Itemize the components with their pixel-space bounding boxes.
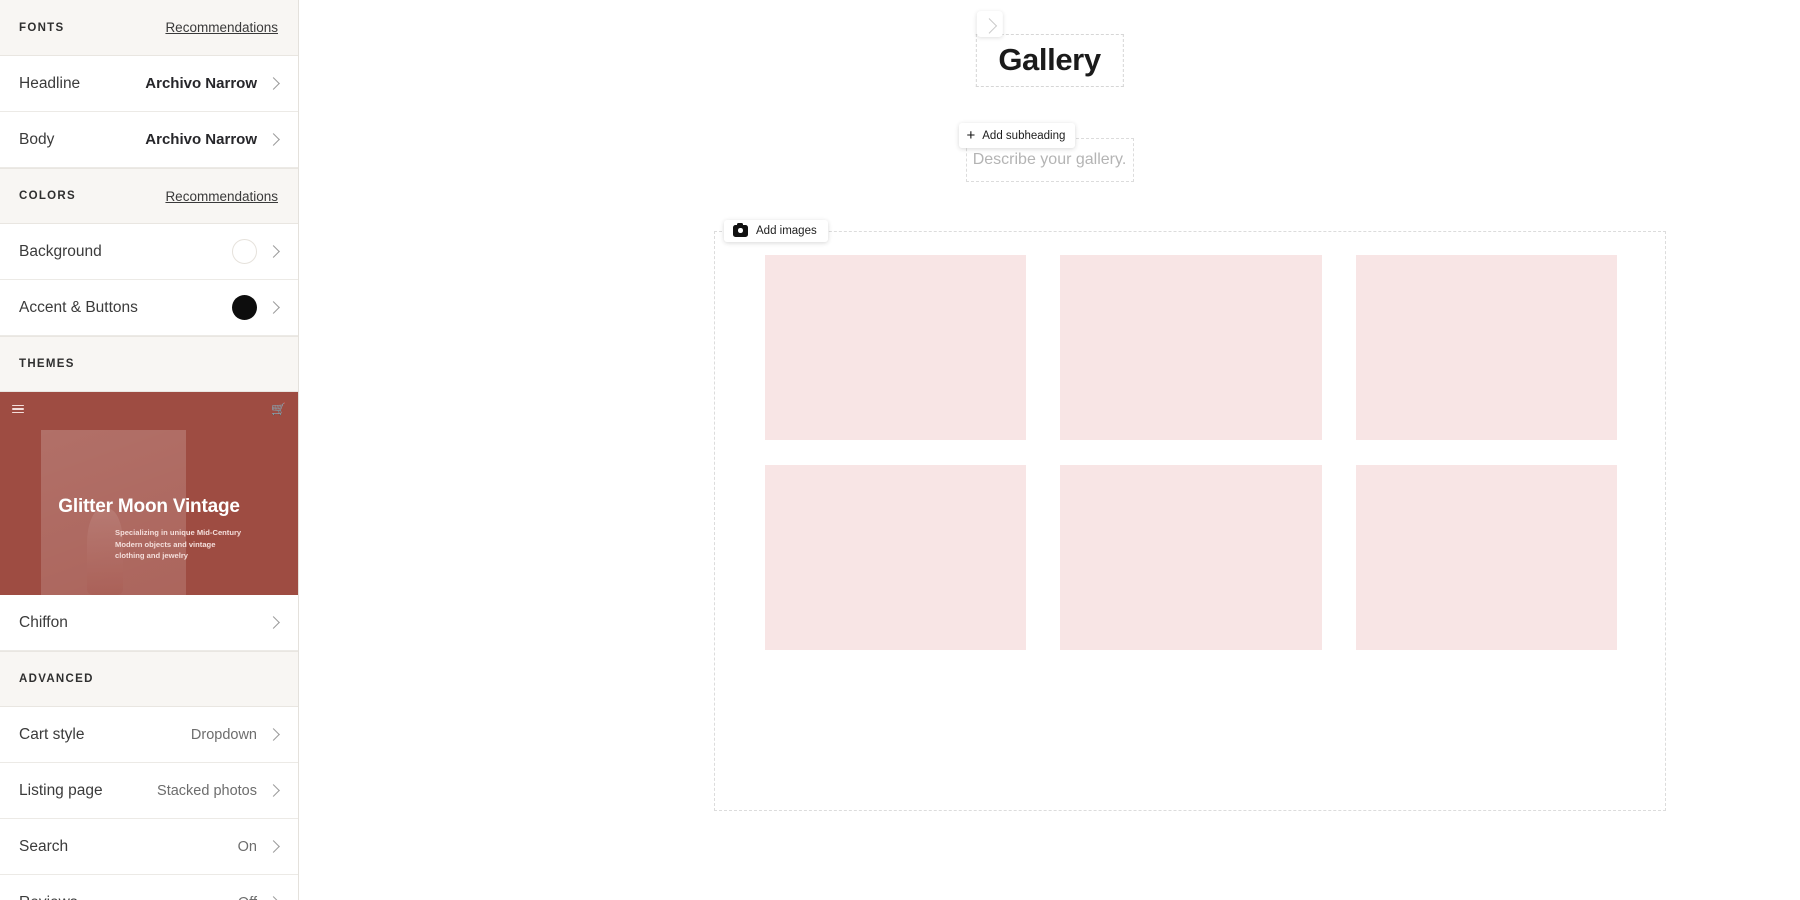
search-value-group: On [237,838,280,855]
pencil-edit-icon[interactable] [976,11,1003,37]
sidebar-row-theme-chiffon[interactable]: Chiffon [0,595,298,651]
sidebar-row-body[interactable]: Body Archivo Narrow [0,112,298,168]
sidebar-row-background[interactable]: Background [0,224,298,280]
chevron-right-icon [267,728,280,741]
section-header-advanced: ADVANCED [0,651,298,707]
cart-style-value: Dropdown [190,726,257,743]
chevron-right-icon [267,896,280,900]
page-title-editable-box[interactable]: Gallery [975,34,1124,87]
background-label: Background [19,242,102,260]
sidebar-row-reviews[interactable]: Reviews Off [0,875,298,900]
chevron-right-icon [267,616,280,629]
gallery-image-placeholder[interactable] [1060,255,1322,440]
page-preview-canvas: Gallery + Add subheading Describe your g… [299,0,1800,900]
search-label: Search [19,837,69,855]
headline-label: Headline [19,74,81,92]
sidebar-row-search[interactable]: Search On [0,819,298,875]
sidebar-row-accent[interactable]: Accent & Buttons [0,280,298,336]
add-images-label: Add images [756,225,817,237]
headline-value-group: Archivo Narrow [145,75,280,92]
search-value: On [237,838,257,855]
chevron-right-icon [267,245,280,258]
listing-page-value-group: Stacked photos [157,782,280,799]
gallery-image-placeholder[interactable] [1355,465,1617,650]
listing-page-label: Listing page [19,781,103,799]
section-title-advanced: ADVANCED [19,673,94,685]
sidebar-row-headline[interactable]: Headline Archivo Narrow [0,56,298,112]
theme-value-group [267,616,280,629]
section-header-colors: COLORS Recommendations [0,168,298,224]
accent-color-swatch[interactable] [232,295,257,320]
headline-value: Archivo Narrow [145,75,257,92]
add-images-button[interactable]: Add images [724,220,828,242]
theme-name-label: Chiffon [19,613,68,631]
settings-sidebar: FONTS Recommendations Headline Archivo N… [0,0,299,900]
section-header-themes: THEMES [0,336,298,392]
body-value-group: Archivo Narrow [145,131,280,148]
shopping-cart-icon: 🛒 [271,402,286,416]
section-title-fonts: FONTS [19,21,65,34]
cart-style-label: Cart style [19,725,85,743]
theme-preview-tagline: Specializing in unique Mid-Century Moder… [115,528,242,560]
section-title-themes: THEMES [19,358,75,370]
subheading-placeholder: Describe your gallery. [972,151,1127,168]
chevron-right-icon [267,840,280,853]
fonts-recommendations-link[interactable]: Recommendations [165,20,278,35]
section-header-fonts: FONTS Recommendations [0,0,298,56]
reviews-value: Off [238,895,257,900]
page-title: Gallery [998,42,1101,77]
body-label: Body [19,130,55,148]
gallery-image-placeholder[interactable] [1060,465,1322,650]
reviews-label: Reviews [19,894,78,900]
add-subheading-button[interactable]: + Add subheading [958,123,1076,148]
gallery-image-placeholder[interactable] [765,255,1027,440]
background-color-swatch[interactable] [232,239,257,264]
pencil-glyph [981,17,998,34]
plus-icon: + [966,127,976,144]
listing-page-value: Stacked photos [157,782,257,799]
body-value: Archivo Narrow [145,131,257,148]
page-title-wrapper: Gallery [975,11,1124,87]
chevron-right-icon [267,784,280,797]
section-title-colors: COLORS [19,190,76,202]
gallery-section[interactable]: Add images [714,220,1666,811]
sidebar-row-listing-page[interactable]: Listing page Stacked photos [0,763,298,819]
gallery-image-placeholder[interactable] [1355,255,1617,440]
chevron-right-icon [267,77,280,90]
theme-preview-card[interactable]: 🛒 Glitter Moon Vintage Specializing in u… [0,392,298,595]
theme-preview-text: Glitter Moon Vintage Specializing in uni… [0,496,298,562]
theme-editor-app: FONTS Recommendations Headline Archivo N… [0,0,1800,900]
accent-value-group [232,295,280,320]
add-subheading-label: Add subheading [982,129,1066,142]
reviews-value-group: Off [238,895,280,900]
subheading-wrapper: + Add subheading Describe your gallery. [958,123,1134,182]
colors-recommendations-link[interactable]: Recommendations [165,189,278,204]
chevron-right-icon [267,133,280,146]
background-value-group [232,239,280,264]
cart-style-value-group: Dropdown [190,726,280,743]
theme-preview-topbar: 🛒 [0,392,298,426]
gallery-header-area: Gallery + Add subheading Describe your g… [299,0,1800,200]
chevron-right-icon [267,301,280,314]
sidebar-row-cart-style[interactable]: Cart style Dropdown [0,707,298,763]
theme-preview-shop-name: Glitter Moon Vintage [58,496,240,517]
camera-icon [733,222,748,237]
accent-label: Accent & Buttons [19,298,138,316]
hamburger-menu-icon [12,404,24,414]
gallery-image-grid [765,255,1617,650]
gallery-image-placeholder[interactable] [765,465,1027,650]
